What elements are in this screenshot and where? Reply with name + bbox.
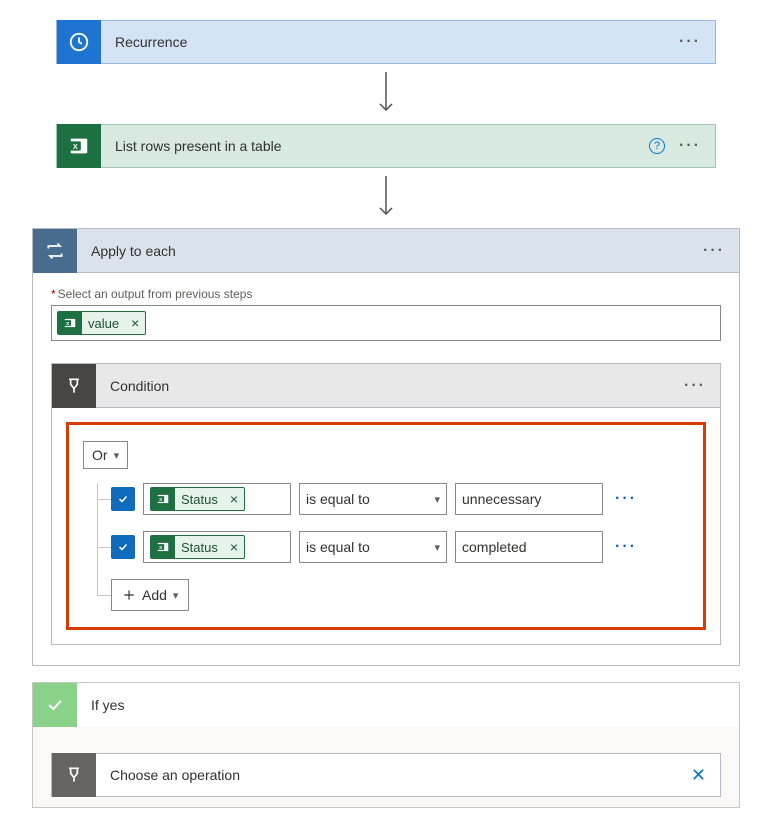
recurrence-menu-button[interactable]: ···	[679, 34, 701, 50]
operation-icon	[52, 753, 96, 797]
choose-operation-card[interactable]: Choose an operation ✕	[51, 753, 721, 797]
value-input[interactable]: completed	[455, 531, 603, 563]
remove-token-button[interactable]: ×	[224, 491, 244, 507]
excel-icon: X	[57, 124, 101, 168]
condition-card: Condition ··· Or ▾	[51, 363, 721, 645]
select-output-label: *Select an output from previous steps	[51, 287, 721, 301]
close-button[interactable]: ✕	[691, 765, 720, 786]
list-rows-card[interactable]: X List rows present in a table ? ···	[56, 124, 716, 168]
apply-to-each-header[interactable]: Apply to each ···	[33, 229, 739, 273]
arrow-down-icon	[376, 174, 396, 222]
excel-icon: X	[151, 487, 175, 511]
chevron-down-icon: ▾	[434, 493, 440, 506]
condition-highlight-box: Or ▾ X	[66, 422, 706, 630]
excel-icon: X	[151, 535, 175, 559]
add-condition-button[interactable]: Add ▾	[111, 579, 189, 611]
plus-icon	[122, 588, 136, 602]
list-rows-title: List rows present in a table	[101, 138, 649, 154]
chevron-down-icon: ▾	[434, 541, 440, 554]
add-row: Add ▾	[83, 579, 689, 611]
condition-header[interactable]: Condition ···	[52, 364, 720, 408]
chevron-down-icon: ▾	[173, 589, 179, 602]
recurrence-card[interactable]: Recurrence ···	[56, 20, 716, 64]
value-input[interactable]: unnecessary	[455, 483, 603, 515]
value-token[interactable]: X value ×	[57, 311, 146, 335]
condition-rows: X Status × is equal to ▾	[83, 483, 689, 611]
select-output-input[interactable]: X value ×	[51, 305, 721, 341]
apply-to-each-card: Apply to each ··· *Select an output from…	[32, 228, 740, 666]
operator-dropdown[interactable]: is equal to ▾	[299, 531, 447, 563]
list-rows-menu-button[interactable]: ···	[679, 138, 701, 154]
status-token[interactable]: X Status ×	[150, 535, 245, 559]
help-icon[interactable]: ?	[649, 138, 665, 154]
clock-icon	[57, 20, 101, 64]
row-checkbox[interactable]	[111, 535, 135, 559]
group-operator-dropdown[interactable]: Or ▾	[83, 441, 128, 469]
excel-icon: X	[58, 311, 82, 335]
condition-row: X Status × is equal to ▾	[83, 531, 689, 563]
recurrence-title: Recurrence	[101, 34, 679, 50]
chevron-down-icon: ▾	[114, 449, 120, 462]
choose-operation-title: Choose an operation	[96, 767, 691, 783]
condition-icon	[52, 364, 96, 408]
operator-dropdown[interactable]: is equal to ▾	[299, 483, 447, 515]
if-yes-card: If yes Choose an operation ✕	[32, 682, 740, 808]
remove-token-button[interactable]: ×	[125, 315, 145, 331]
row-menu-button[interactable]: ···	[615, 490, 637, 508]
condition-title: Condition	[96, 378, 684, 394]
apply-to-each-title: Apply to each	[77, 243, 703, 259]
if-yes-title: If yes	[77, 697, 739, 713]
arrow-down-icon	[376, 70, 396, 118]
svg-text:X: X	[73, 142, 78, 151]
condition-field-input[interactable]: X Status ×	[143, 531, 291, 563]
status-token[interactable]: X Status ×	[150, 487, 245, 511]
apply-menu-button[interactable]: ···	[703, 243, 725, 259]
row-menu-button[interactable]: ···	[615, 538, 637, 556]
condition-field-input[interactable]: X Status ×	[143, 483, 291, 515]
row-checkbox[interactable]	[111, 487, 135, 511]
condition-menu-button[interactable]: ···	[684, 378, 706, 394]
remove-token-button[interactable]: ×	[224, 539, 244, 555]
condition-row: X Status × is equal to ▾	[83, 483, 689, 515]
if-yes-header[interactable]: If yes	[33, 683, 739, 727]
apply-body: *Select an output from previous steps X …	[33, 273, 739, 665]
loop-icon	[33, 229, 77, 273]
flow-canvas: Recurrence ··· X List rows present in a …	[0, 20, 772, 808]
checkmark-icon	[33, 683, 77, 727]
